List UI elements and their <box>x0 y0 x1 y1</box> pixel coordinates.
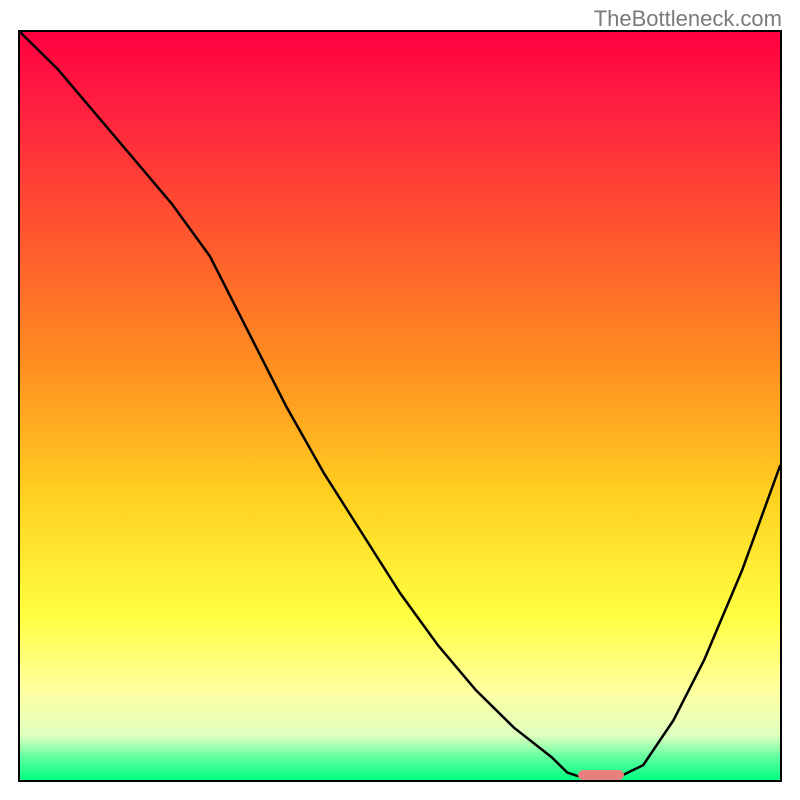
optimal-marker <box>578 770 624 780</box>
plot-area <box>18 30 782 782</box>
watermark-text: TheBottleneck.com <box>594 6 782 32</box>
bottleneck-curve <box>20 32 780 780</box>
chart-container: TheBottleneck.com <box>0 0 800 800</box>
